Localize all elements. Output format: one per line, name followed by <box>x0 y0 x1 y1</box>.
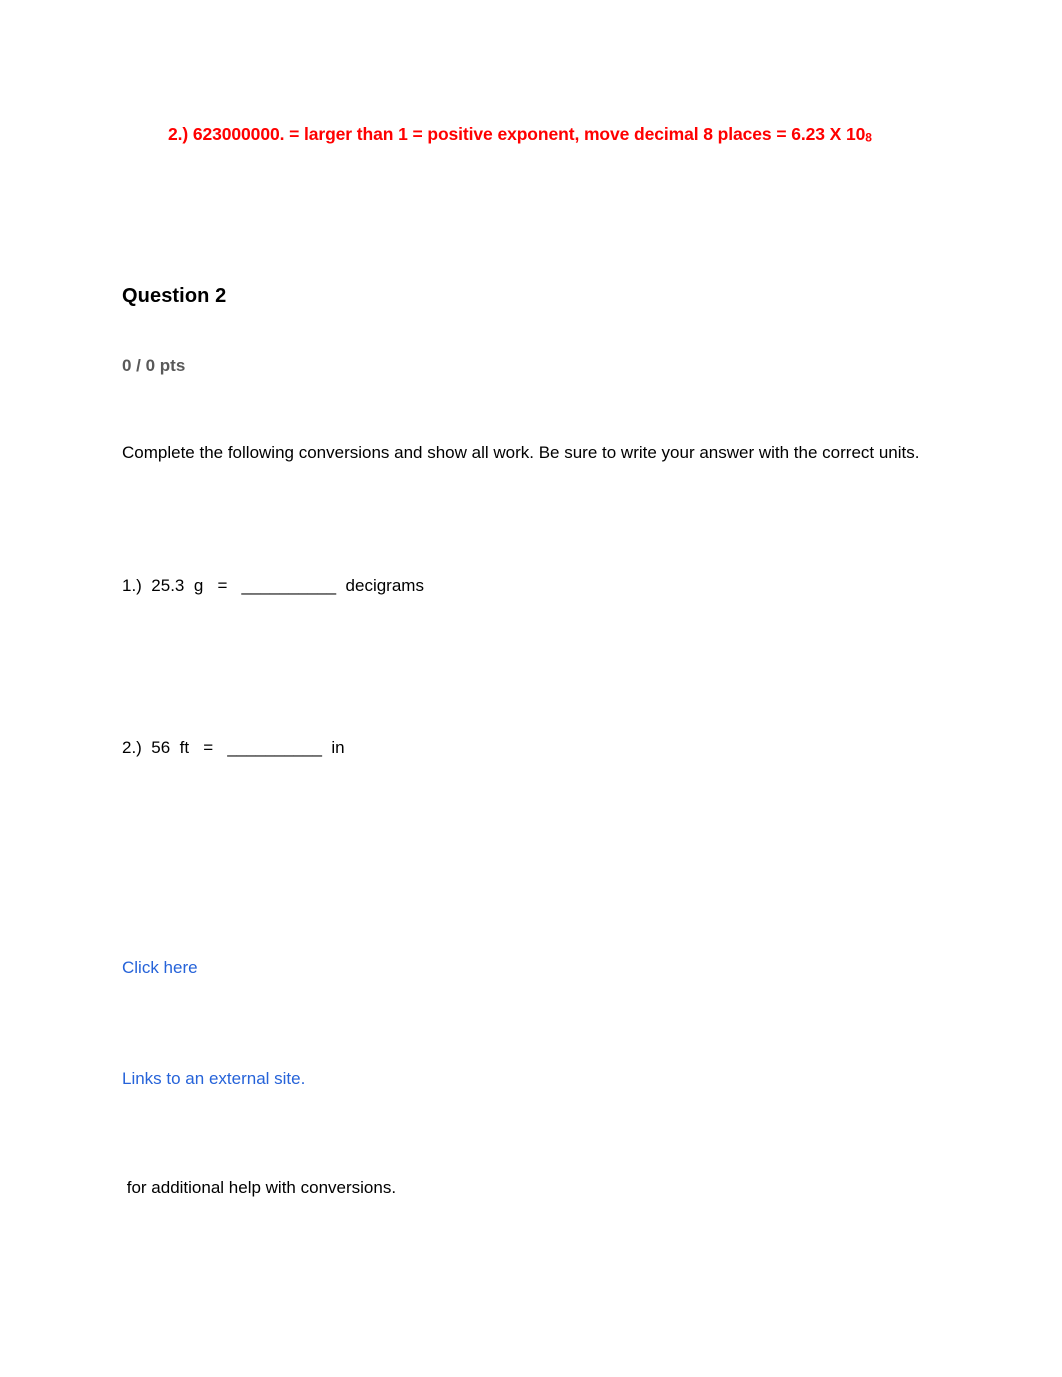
points-label: 0 / 0 pts <box>122 356 186 375</box>
instructions-paragraph: Complete the following conversions and s… <box>122 443 920 462</box>
annotation-text: 2.) 623000000. = larger than 1 = positiv… <box>168 124 866 144</box>
conversion-problem-1: 1.) 25.3 g = __________ decigrams <box>122 576 424 595</box>
click-here-link[interactable]: Click here <box>122 958 198 978</box>
conversion-problem-2: 2.) 56 ft = __________ in <box>122 738 345 757</box>
external-site-link[interactable]: Links to an external site. <box>122 1069 305 1089</box>
annotation-exponent: 8 <box>865 130 872 145</box>
red-annotation-note: 2.) 623000000. = larger than 1 = positiv… <box>168 122 908 150</box>
closing-sentence: for additional help with conversions. <box>122 1178 397 1197</box>
page-title: Question 2 <box>122 285 227 307</box>
document-page: 2.) 623000000. = larger than 1 = positiv… <box>0 0 1062 1377</box>
